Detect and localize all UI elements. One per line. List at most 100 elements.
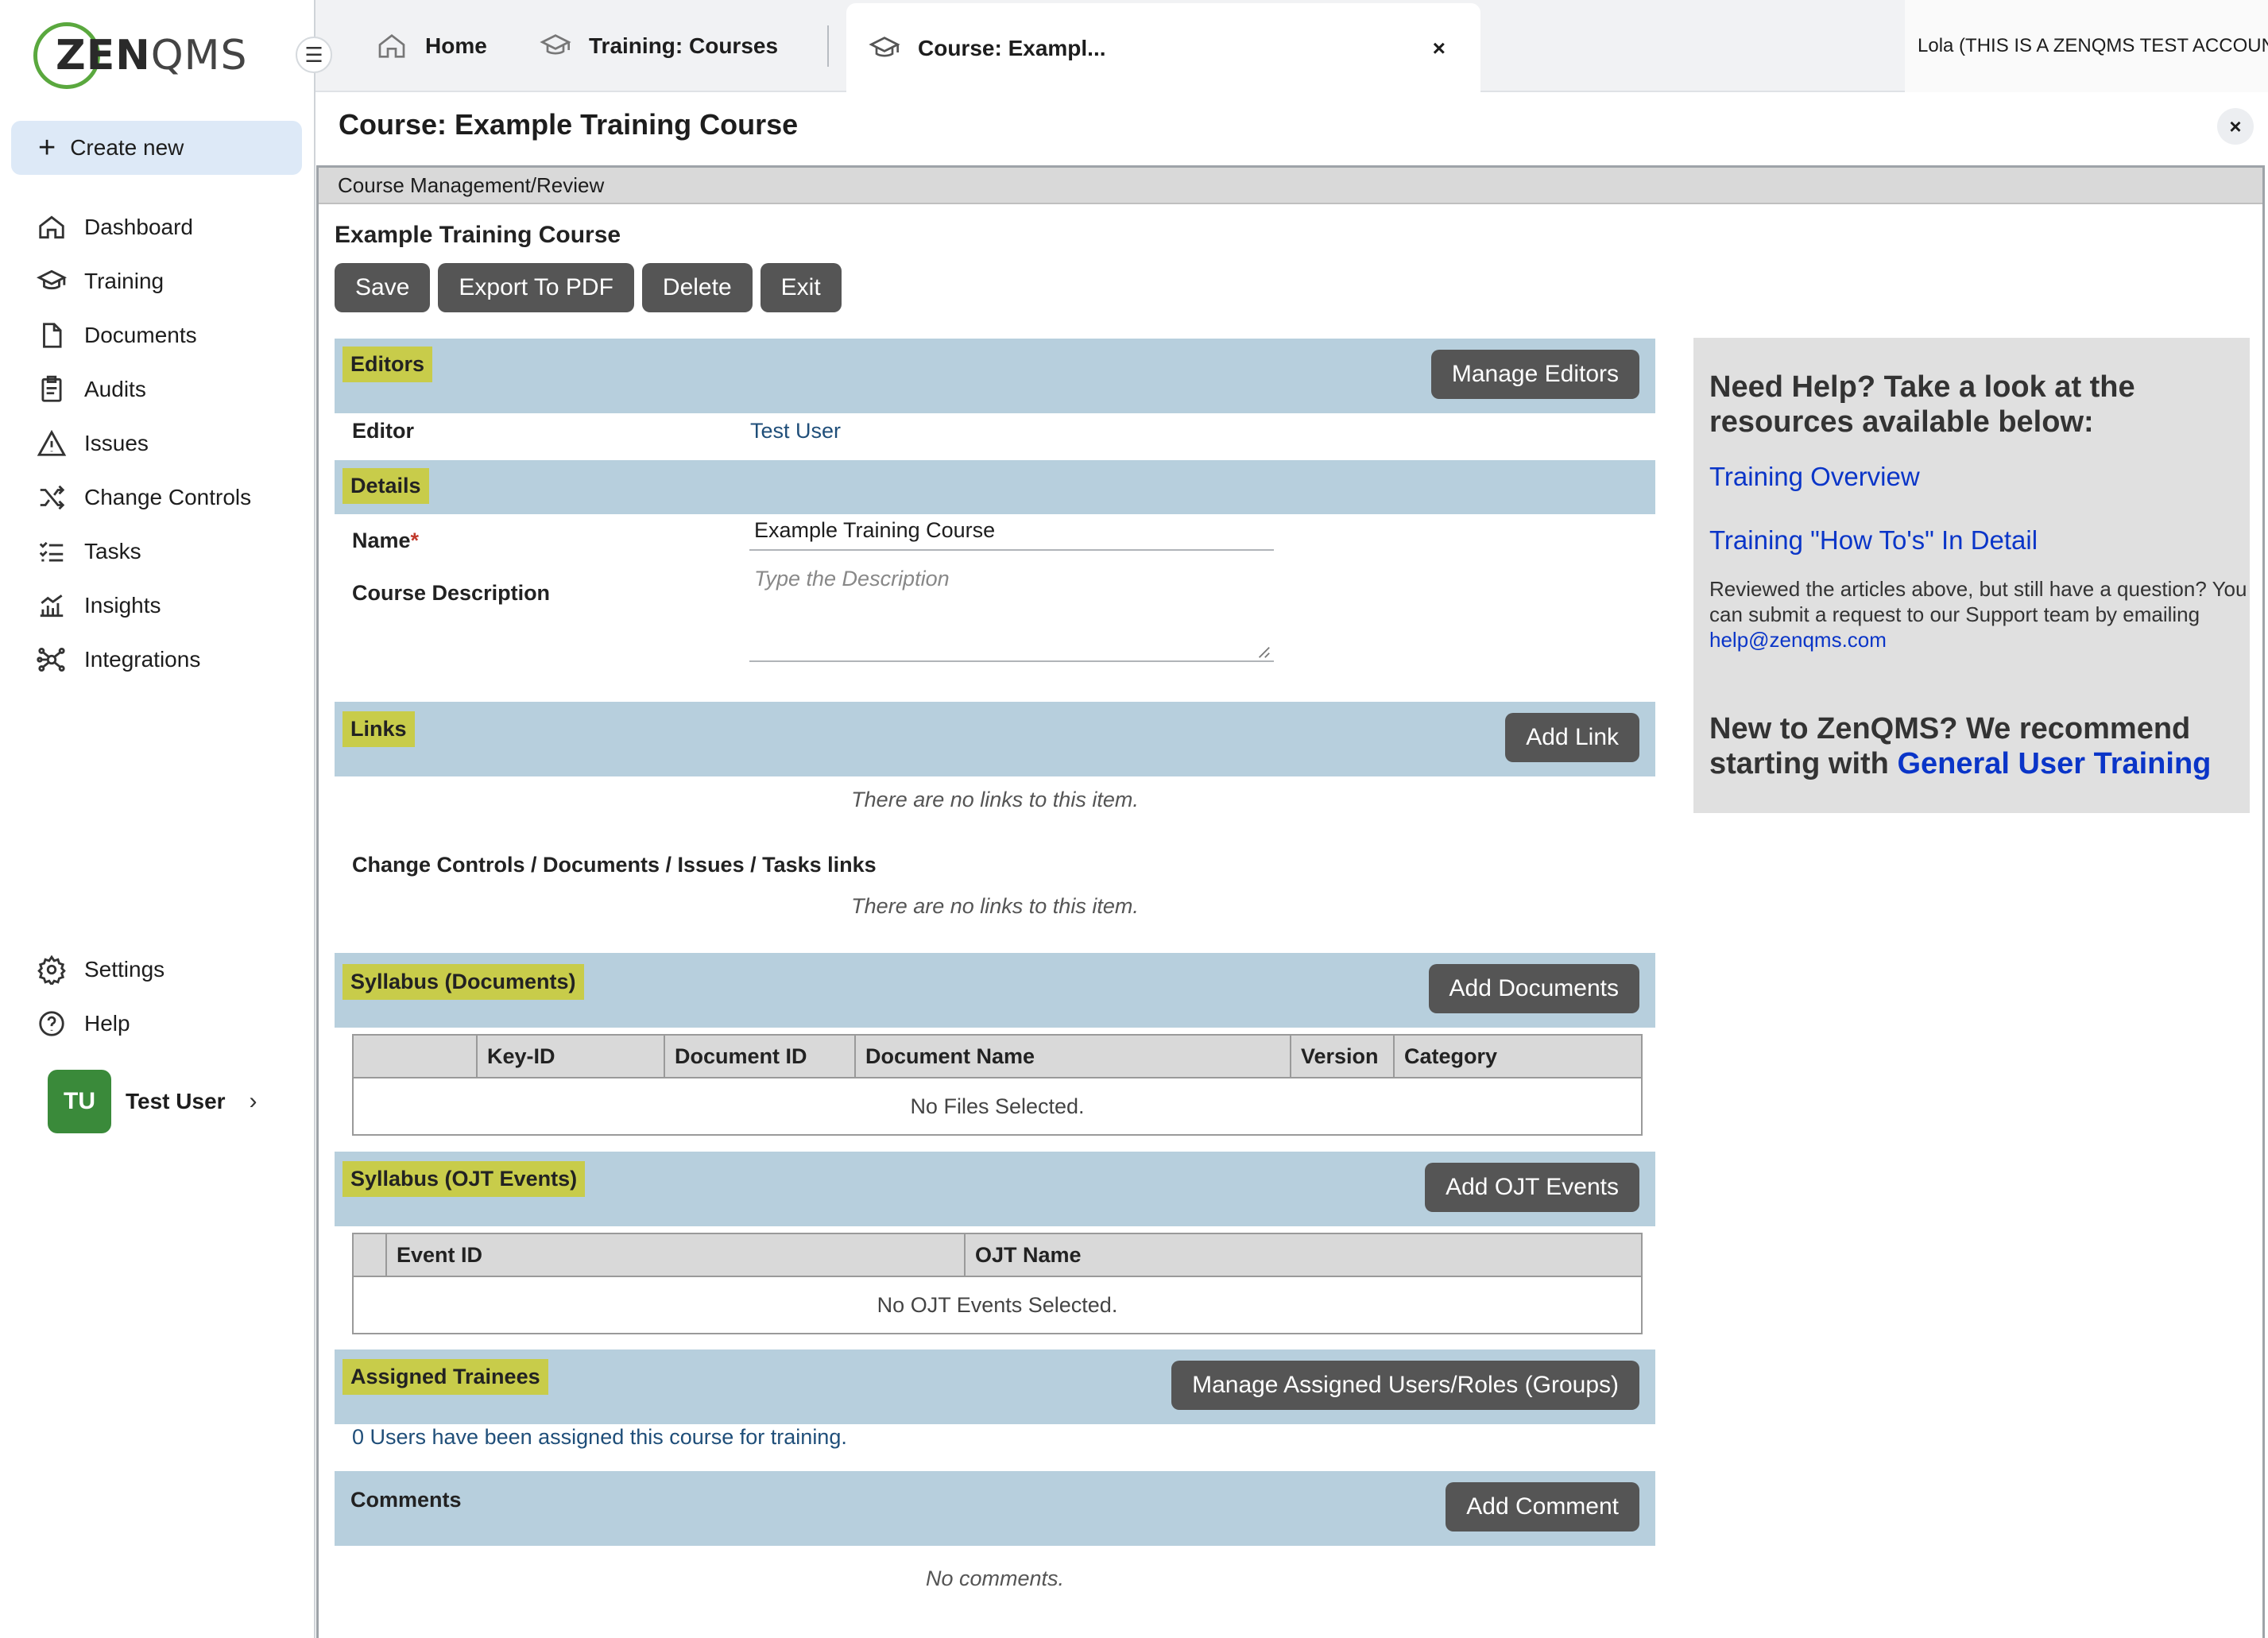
- exit-button[interactable]: Exit: [760, 263, 842, 312]
- sidebar-item-tasks[interactable]: Tasks: [0, 525, 315, 579]
- training-overview-link[interactable]: Training Overview: [1709, 462, 1920, 492]
- tab-label: Home: [425, 33, 487, 58]
- action-buttons: Save Export To PDF Delete Exit: [335, 263, 842, 312]
- sidebar-item-insights[interactable]: Insights: [0, 579, 315, 633]
- table-header-row: Event ID OJT Name: [352, 1233, 1643, 1277]
- sidebar-item-label: Audits: [84, 377, 146, 401]
- column-header[interactable]: Category: [1393, 1034, 1643, 1078]
- sidebar-item-documents[interactable]: Documents: [0, 308, 315, 362]
- column-header[interactable]: Version: [1290, 1034, 1395, 1078]
- training-how-tos-link[interactable]: Training "How To's" In Detail: [1709, 525, 2038, 556]
- sidebar-item-label: Tasks: [84, 539, 141, 563]
- help-heading: Need Help? Take a look at the resources …: [1709, 370, 2135, 439]
- add-ojt-events-button[interactable]: Add OJT Events: [1425, 1163, 1639, 1212]
- logo-zen: ZEN: [56, 32, 151, 79]
- add-documents-button[interactable]: Add Documents: [1428, 964, 1639, 1013]
- manage-assigned-users-button[interactable]: Manage Assigned Users/Roles (Groups): [1171, 1361, 1639, 1410]
- details-heading: Details: [343, 468, 429, 504]
- name-label: Name*: [352, 529, 419, 553]
- sidebar-item-issues[interactable]: Issues: [0, 416, 315, 470]
- column-header[interactable]: OJT Name: [964, 1233, 1643, 1277]
- graduation-cap-icon: [37, 269, 67, 290]
- editors-heading: Editors: [343, 347, 433, 382]
- sidebar-nav: Dashboard Training Documents Audits Issu…: [0, 200, 315, 687]
- save-button[interactable]: Save: [335, 263, 431, 312]
- graduation-cap-icon: [869, 37, 900, 57]
- create-new-button[interactable]: + Create new: [11, 121, 302, 175]
- tab-course-active[interactable]: Course: Exampl... ×: [846, 3, 1480, 94]
- sidebar-bottom-nav: Settings Help: [0, 943, 315, 1051]
- avatar: TU: [48, 1070, 111, 1133]
- zenqms-logo[interactable]: ZENQMS: [33, 21, 247, 91]
- course-description-label: Course Description: [352, 581, 551, 605]
- name-label-text: Name: [352, 529, 411, 552]
- user-name: Test User: [126, 1089, 226, 1113]
- help-email-link[interactable]: help@zenqms.com: [1709, 628, 1887, 652]
- column-header[interactable]: [352, 1034, 478, 1078]
- network-icon: [37, 647, 65, 672]
- sidebar-item-training[interactable]: Training: [0, 254, 315, 308]
- page-title: Course: Example Training Course: [339, 108, 799, 141]
- empty-table-message: No Files Selected.: [352, 1077, 1643, 1136]
- sidebar-item-dashboard[interactable]: Dashboard: [0, 200, 315, 254]
- table-row: No Files Selected.: [352, 1077, 1643, 1136]
- home-icon: [39, 215, 64, 239]
- table-row: No OJT Events Selected.: [352, 1276, 1643, 1334]
- links-section: Links Add Link: [335, 702, 1655, 776]
- account-label[interactable]: Lola (THIS IS A ZENQMS TEST ACCOUNT: [1905, 0, 2268, 92]
- manage-editors-button[interactable]: Manage Editors: [1430, 350, 1639, 399]
- course-description-field[interactable]: Type the Description: [749, 562, 1274, 662]
- help-circle-icon: [39, 1011, 64, 1036]
- general-user-training-link[interactable]: General User Training: [1897, 747, 2211, 780]
- sidebar-item-settings[interactable]: Settings: [0, 943, 315, 997]
- sidebar-collapse-button[interactable]: ☰: [296, 37, 332, 73]
- course-name-field[interactable]: [749, 511, 1274, 551]
- help-body-text: Reviewed the articles above, but still h…: [1709, 577, 2247, 626]
- home-icon: [378, 33, 405, 58]
- sidebar-item-label: Dashboard: [84, 215, 193, 239]
- logo-qms: QMS: [150, 32, 248, 79]
- tab-home[interactable]: Home: [376, 0, 487, 92]
- sidebar-item-label: Integrations: [84, 647, 201, 672]
- add-link-button[interactable]: Add Link: [1505, 713, 1639, 762]
- column-header[interactable]: [352, 1233, 387, 1277]
- resize-handle-icon[interactable]: [1256, 645, 1271, 659]
- clipboard-icon: [41, 375, 62, 402]
- assigned-trainees-heading: Assigned Trainees: [343, 1359, 548, 1395]
- document-icon: [43, 323, 62, 348]
- syllabus-documents-section: Syllabus (Documents) Add Documents: [335, 953, 1655, 1028]
- related-links-empty-note: There are no links to this item.: [851, 894, 1139, 918]
- syllabus-ojt-section: Syllabus (OJT Events) Add OJT Events: [335, 1152, 1655, 1226]
- syllabus-documents-heading: Syllabus (Documents): [343, 964, 584, 1000]
- column-header[interactable]: Key-ID: [476, 1034, 665, 1078]
- column-header[interactable]: Event ID: [385, 1233, 966, 1277]
- sidebar-item-integrations[interactable]: Integrations: [0, 633, 315, 687]
- shuffle-icon: [40, 485, 65, 510]
- export-pdf-button[interactable]: Export To PDF: [438, 263, 634, 312]
- syllabus-ojt-table: Event ID OJT Name No OJT Events Selected…: [352, 1233, 1643, 1334]
- menu-icon: ☰: [304, 42, 323, 67]
- tab-label: Course: Exampl...: [918, 36, 1106, 60]
- user-menu[interactable]: TU Test User ›: [48, 1070, 257, 1133]
- sidebar-item-change-controls[interactable]: Change Controls: [0, 470, 315, 525]
- sidebar-item-audits[interactable]: Audits: [0, 362, 315, 416]
- plus-icon: +: [38, 131, 56, 165]
- sidebar-item-help[interactable]: Help: [0, 997, 315, 1051]
- close-page-button[interactable]: ×: [2217, 108, 2254, 145]
- assigned-trainees-section: Assigned Trainees Manage Assigned Users/…: [335, 1350, 1655, 1424]
- chart-icon: [40, 594, 64, 618]
- column-header[interactable]: Document ID: [664, 1034, 856, 1078]
- delete-button[interactable]: Delete: [641, 263, 753, 312]
- comments-heading: Comments: [350, 1488, 462, 1512]
- close-tab-icon[interactable]: ×: [1433, 36, 1446, 61]
- editor-value[interactable]: Test User: [750, 419, 841, 443]
- column-header[interactable]: Document Name: [854, 1034, 1291, 1078]
- syllabus-documents-table: Key-ID Document ID Document Name Version…: [352, 1034, 1643, 1136]
- add-comment-button[interactable]: Add Comment: [1446, 1482, 1639, 1532]
- tab-training-courses[interactable]: Training: Courses: [540, 0, 778, 92]
- course-name-heading: Example Training Course: [335, 222, 621, 248]
- sidebar-item-label: Help: [84, 1011, 130, 1036]
- links-empty-note: There are no links to this item.: [851, 788, 1139, 811]
- checklist-icon: [39, 541, 64, 562]
- warning-icon: [37, 429, 67, 456]
